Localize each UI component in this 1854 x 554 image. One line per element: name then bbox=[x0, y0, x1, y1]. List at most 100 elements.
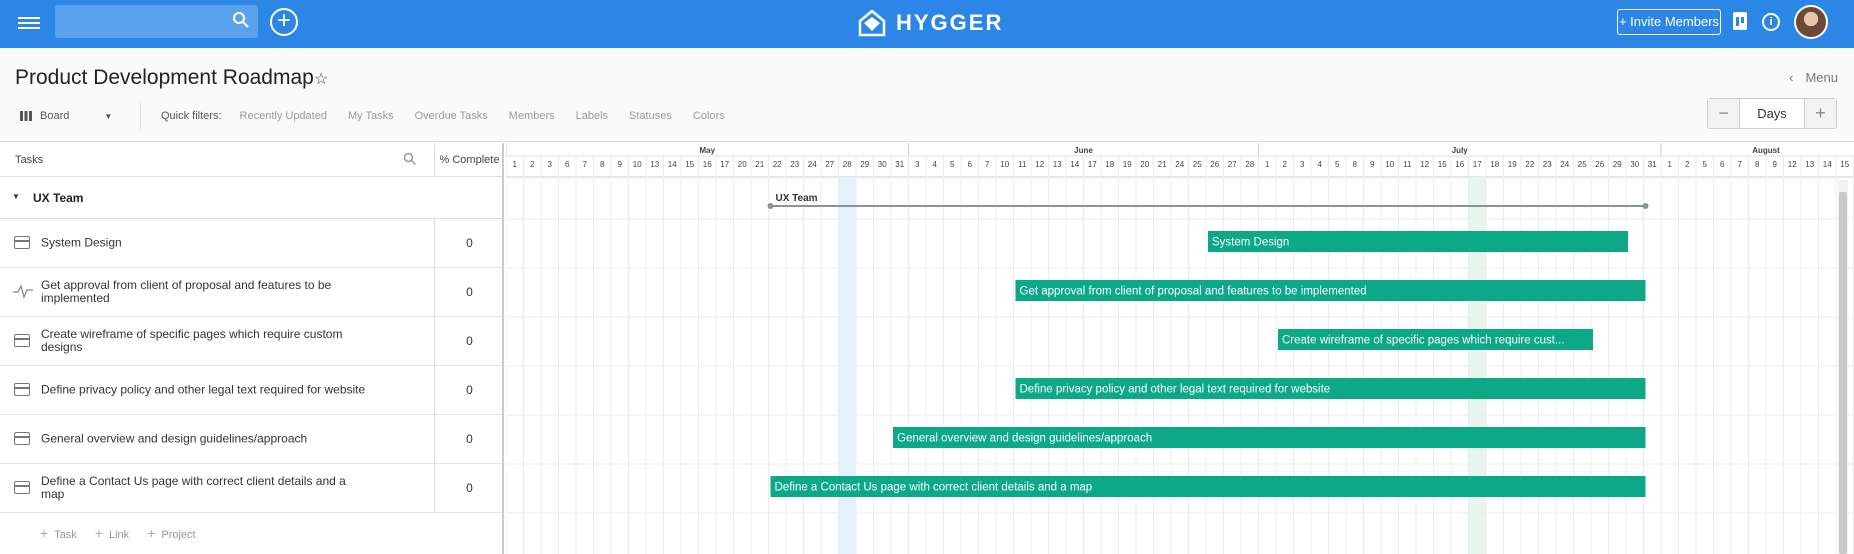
menu-button[interactable]: ‹ Menu bbox=[1789, 70, 1838, 85]
add-project-label: Project bbox=[161, 529, 196, 541]
day-label: 10 bbox=[1385, 160, 1394, 169]
task-row[interactable]: Create wireframe of specific pages which… bbox=[0, 317, 502, 366]
day-label: 27 bbox=[825, 160, 834, 169]
day-label: 7 bbox=[985, 160, 990, 169]
day-label: 15 bbox=[1840, 160, 1849, 169]
add-project-button[interactable]: + Project bbox=[147, 525, 195, 541]
task-bar-label: Get approval from client of proposal and… bbox=[1020, 286, 1367, 298]
menu-icon[interactable] bbox=[18, 14, 40, 32]
day-label: 22 bbox=[1525, 160, 1534, 169]
caret-down-icon: ▼ bbox=[104, 111, 113, 121]
view-select-value: Board bbox=[40, 110, 70, 122]
task-complete[interactable]: 0 bbox=[434, 464, 504, 512]
page-title: Product Development Roadmap bbox=[15, 66, 314, 89]
group-end-dot bbox=[1642, 203, 1649, 209]
task-row[interactable]: General overview and design guidelines/a… bbox=[0, 415, 502, 464]
zoom-control: − Days + bbox=[1707, 98, 1837, 129]
day-label: 12 bbox=[1788, 160, 1797, 169]
task-list-panel: Tasks % Complete ▼ UX Team System Design… bbox=[0, 143, 504, 554]
day-label: 5 bbox=[950, 160, 955, 169]
day-label: 5 bbox=[1335, 160, 1340, 169]
day-label: 24 bbox=[1560, 160, 1569, 169]
board-icon[interactable] bbox=[1733, 12, 1747, 30]
add-circle-icon[interactable]: + bbox=[270, 8, 298, 36]
task-row[interactable]: Define privacy policy and other legal te… bbox=[0, 366, 502, 415]
day-label: 20 bbox=[738, 160, 747, 169]
day-label: 26 bbox=[1595, 160, 1604, 169]
add-link-label: Link bbox=[109, 529, 130, 541]
star-icon[interactable]: ☆ bbox=[314, 69, 328, 89]
month-label: June bbox=[1074, 146, 1093, 155]
day-label: 30 bbox=[1630, 160, 1639, 169]
add-task-button[interactable]: + Task bbox=[40, 525, 77, 541]
day-label: 19 bbox=[1123, 160, 1132, 169]
scrollbar-thumb[interactable] bbox=[1839, 192, 1847, 554]
filter-overdue-tasks[interactable]: Overdue Tasks bbox=[415, 110, 488, 122]
filter-statuses[interactable]: Statuses bbox=[629, 110, 672, 122]
vertical-scrollbar[interactable] bbox=[1838, 180, 1848, 554]
day-label: 23 bbox=[790, 160, 799, 169]
filter-colors[interactable]: Colors bbox=[693, 110, 725, 122]
day-label: 12 bbox=[1035, 160, 1044, 169]
day-label: 30 bbox=[878, 160, 887, 169]
search-icon[interactable] bbox=[232, 11, 250, 29]
day-label: 10 bbox=[1000, 160, 1009, 169]
day-label: 11 bbox=[1018, 160, 1027, 169]
add-task-label: Task bbox=[54, 529, 77, 541]
filter-recently-updated[interactable]: Recently Updated bbox=[240, 110, 327, 122]
task-complete[interactable]: 0 bbox=[434, 219, 504, 267]
tasks-column-header: Tasks bbox=[15, 154, 44, 166]
task-row[interactable]: System Design 0 bbox=[0, 219, 502, 268]
filter-my-tasks[interactable]: My Tasks bbox=[348, 110, 394, 122]
day-label: 7 bbox=[1738, 160, 1743, 169]
task-complete[interactable]: 0 bbox=[434, 366, 504, 414]
day-label: 23 bbox=[1543, 160, 1552, 169]
day-label: 18 bbox=[1490, 160, 1499, 169]
hygger-logo[interactable]: HYGGER bbox=[858, 8, 1003, 38]
task-name[interactable]: Get approval from client of proposal and… bbox=[41, 279, 371, 305]
group-row[interactable]: ▼ UX Team bbox=[0, 177, 502, 219]
add-link-button[interactable]: + Link bbox=[95, 525, 129, 541]
task-name[interactable]: General overview and design guidelines/a… bbox=[41, 432, 371, 446]
day-label: 7 bbox=[583, 160, 588, 169]
day-label: 3 bbox=[1300, 160, 1305, 169]
menu-label: Menu bbox=[1805, 70, 1838, 85]
zoom-in-button[interactable]: + bbox=[1805, 99, 1836, 128]
board-view-icon bbox=[20, 111, 32, 121]
task-name[interactable]: Create wireframe of specific pages which… bbox=[41, 328, 371, 354]
day-label: 29 bbox=[860, 160, 869, 169]
task-row[interactable]: Get approval from client of proposal and… bbox=[0, 268, 502, 317]
search-icon[interactable] bbox=[403, 152, 417, 166]
zoom-out-button[interactable]: − bbox=[1708, 99, 1739, 128]
month-label: July bbox=[1452, 146, 1469, 155]
filter-members[interactable]: Members bbox=[509, 110, 555, 122]
filter-labels[interactable]: Labels bbox=[576, 110, 608, 122]
day-label: 5 bbox=[1703, 160, 1708, 169]
task-complete[interactable]: 0 bbox=[434, 268, 504, 316]
day-label: 6 bbox=[968, 160, 973, 169]
info-icon[interactable]: i bbox=[1762, 13, 1780, 31]
gantt-chart[interactable]: May June July August 1 2 3 6 7 8 9 10 13 14 15 16 17 20 21… bbox=[506, 143, 1854, 554]
day-label: 20 bbox=[1140, 160, 1149, 169]
task-name[interactable]: System Design bbox=[41, 236, 371, 250]
task-bar-label: System Design bbox=[1212, 237, 1289, 249]
search-input[interactable] bbox=[55, 5, 258, 38]
task-complete[interactable]: 0 bbox=[434, 415, 504, 463]
day-label: 28 bbox=[843, 160, 852, 169]
day-label: 9 bbox=[618, 160, 623, 169]
task-complete[interactable]: 0 bbox=[434, 317, 504, 365]
group-name: UX Team bbox=[33, 191, 84, 205]
view-select[interactable]: Board ▼ bbox=[20, 110, 120, 122]
task-row[interactable]: Define a Contact Us page with correct cl… bbox=[0, 464, 502, 513]
day-label: 12 bbox=[1420, 160, 1429, 169]
caret-down-icon[interactable]: ▼ bbox=[12, 192, 20, 201]
day-label: 27 bbox=[1228, 160, 1237, 169]
day-label: 3 bbox=[548, 160, 553, 169]
invite-members-button[interactable]: + Invite Members bbox=[1617, 9, 1721, 35]
task-name[interactable]: Define a Contact Us page with correct cl… bbox=[41, 475, 371, 501]
day-label: 2 bbox=[1685, 160, 1690, 169]
task-name[interactable]: Define privacy policy and other legal te… bbox=[41, 383, 371, 397]
avatar[interactable] bbox=[1794, 5, 1828, 39]
zoom-level[interactable]: Days bbox=[1739, 99, 1805, 128]
task-bar-label: General overview and design guidelines/a… bbox=[897, 433, 1152, 445]
